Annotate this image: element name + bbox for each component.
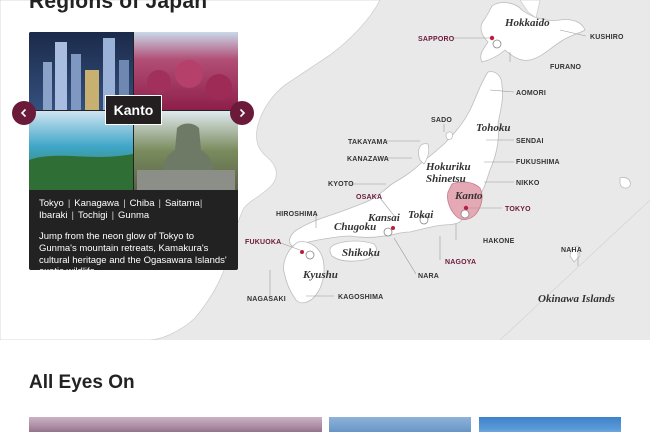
- region-name-label: Kanto: [105, 95, 162, 125]
- region-label-hokuriku[interactable]: Hokuriku: [425, 161, 471, 173]
- city-label-naha: NAHA: [561, 247, 582, 254]
- chevron-left-icon: [20, 108, 27, 118]
- prefecture-chiba[interactable]: Chiba: [130, 198, 155, 210]
- city-label-kushiro: KUSHIRO: [590, 34, 624, 41]
- city-label-takayama: TAKAYAMA: [348, 139, 388, 146]
- region-label-okinawa[interactable]: Okinawa Islands: [538, 293, 615, 305]
- city-label-fukuoka: FUKUOKA: [245, 239, 281, 246]
- feature-card-image[interactable]: [29, 417, 322, 432]
- sado-island: [445, 131, 453, 141]
- city-label-hakone: HAKONE: [483, 238, 515, 245]
- city-label-furano: FURANO: [550, 64, 581, 71]
- prefecture-list: Tokyo | Kanagawa | Chiba | Saitama | Ibarak…: [39, 198, 203, 222]
- city-label-sapporo: SAPPORO: [418, 36, 455, 43]
- region-label-tokai[interactable]: Tokai: [408, 209, 434, 221]
- city-label-nagoya: NAGOYA: [445, 259, 476, 266]
- prefecture-tochigi[interactable]: Tochigi: [78, 210, 108, 222]
- city-label-kanazawa: KANAZAWA: [347, 156, 389, 163]
- city-label-nagasaki: NAGASAKI: [247, 296, 286, 303]
- city-label-sendai: SENDAI: [516, 138, 544, 145]
- okinawa-small-island: [619, 177, 631, 189]
- city-label-osaka: OSAKA: [356, 194, 382, 201]
- city-label-sado: SADO: [431, 117, 452, 124]
- region-info-card[interactable]: Kanto Tokyo | Kanagawa | Chiba | Saitama | …: [29, 32, 238, 270]
- region-label-hokkaido[interactable]: Hokkaido: [504, 17, 550, 29]
- city-label-tokyo: TOKYO: [505, 206, 531, 213]
- prefecture-ibaraki[interactable]: Ibaraki: [39, 210, 68, 222]
- regions-section-title: Regions of Japan: [29, 0, 208, 13]
- region-label-kanto[interactable]: Kanto: [454, 190, 483, 202]
- region-label-shikoku[interactable]: Shikoku: [342, 247, 380, 259]
- region-description: Jump from the neon glow of Tokyo to Gunm…: [39, 231, 227, 270]
- previous-region-button[interactable]: [12, 101, 36, 125]
- feature-card-image[interactable]: [329, 417, 471, 432]
- region-label-tohoku[interactable]: Tohoku: [476, 122, 510, 134]
- prefecture-gunma[interactable]: Gunma: [118, 210, 149, 222]
- next-region-button[interactable]: [230, 101, 254, 125]
- city-label-kyoto: KYOTO: [328, 181, 354, 188]
- prefecture-kanagawa[interactable]: Kanagawa: [74, 198, 119, 210]
- all-eyes-on-title: All Eyes On: [29, 372, 135, 393]
- city-label-nikko: NIKKO: [516, 180, 540, 187]
- prefecture-saitama[interactable]: Saitama: [165, 198, 200, 210]
- city-label-nara: NARA: [418, 273, 439, 280]
- prefecture-tokyo[interactable]: Tokyo: [39, 198, 64, 210]
- regions-map-section: Hokkaido Tohoku Hokuriku Shinetsu Kanto …: [0, 0, 650, 340]
- city-label-hiroshima: HIROSHIMA: [276, 211, 318, 218]
- region-label-shinetsu[interactable]: Shinetsu: [426, 173, 466, 185]
- feature-card-image[interactable]: [479, 417, 621, 432]
- okinawa-inset-line: [499, 199, 650, 340]
- chevron-right-icon: [239, 108, 246, 118]
- region-label-chugoku[interactable]: Chugoku: [334, 221, 376, 233]
- region-label-kyushu[interactable]: Kyushu: [302, 269, 338, 281]
- city-label-aomori: AOMORI: [516, 90, 546, 97]
- city-label-fukushima: FUKUSHIMA: [516, 159, 560, 166]
- city-label-kagoshima: KAGOSHIMA: [338, 294, 383, 301]
